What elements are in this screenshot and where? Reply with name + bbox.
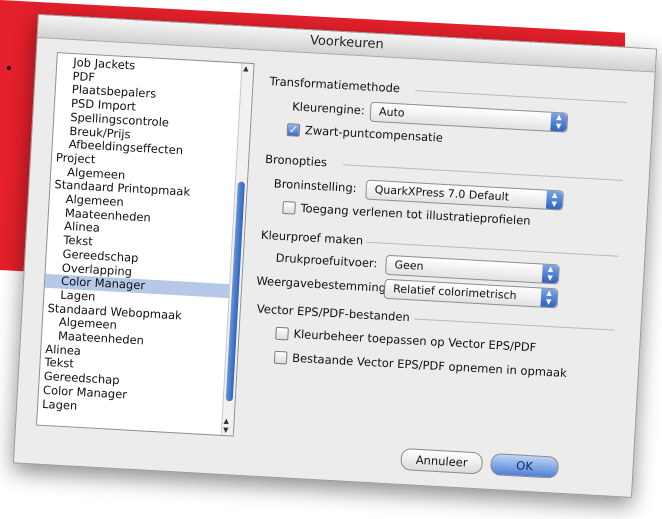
group-title-source: Bronopties [264, 151, 328, 170]
group-title-transform: Transformatiemethode [269, 74, 401, 96]
source-setting-label: Broninstelling: [273, 176, 357, 196]
rendering-popup[interactable]: Relatief colorimetrisch ▲ ▼ [383, 278, 559, 309]
vector-apply-label: Kleurbeheer toepassen op Vector EPS/PDF [293, 326, 537, 355]
group-title-proof: Kleurproef maken [260, 227, 364, 248]
scroll-down-icon[interactable]: ▼ [223, 426, 229, 434]
vector-apply-checkbox[interactable] [275, 326, 289, 341]
up-down-arrows-icon: ▲ ▼ [540, 288, 558, 308]
divider [343, 164, 623, 181]
vector-include-checkbox[interactable] [273, 350, 288, 365]
rendering-label: Weergavebestemming: [256, 273, 391, 296]
rendering-value: Relatief colorimetrisch [392, 282, 517, 303]
cancel-button[interactable]: Annuleer [400, 447, 484, 475]
blackpoint-label: Zwart-puntcompensatie [304, 123, 444, 145]
divider [366, 241, 619, 257]
engine-label: Kleurengine: [291, 99, 366, 118]
checkmark-icon: ✓ [288, 123, 299, 137]
proof-output-label: Drukproefuitvoer: [275, 250, 378, 271]
proof-output-value: Geen [394, 258, 424, 273]
divider [415, 90, 628, 104]
ok-button[interactable]: OK [489, 452, 560, 479]
divider [414, 318, 615, 331]
bullet-dot [7, 66, 11, 70]
access-profiles-checkbox[interactable] [282, 200, 296, 215]
blackpoint-checkbox[interactable]: ✓ [286, 123, 301, 137]
source-setting-value: QuarkXPress 7.0 Default [374, 183, 510, 204]
up-down-arrows-icon: ▲ ▼ [545, 190, 563, 210]
tree-list: Job Jackets PDF Plaatsbepalers PSD Import Sp… [38, 53, 254, 422]
scroll-up-icon[interactable]: ▲ [223, 417, 229, 425]
up-down-arrows-icon: ▲ ▼ [541, 264, 559, 284]
vector-include-label: Bestaande Vector EPS/PDF opnemen in opma… [291, 350, 568, 381]
group-title-vector: Vector EPS/PDF-bestanden [256, 301, 411, 325]
preferences-tree[interactable]: Job Jackets PDF Plaatsbepalers PSD Import Sp… [36, 52, 255, 437]
preferences-dialog: Voorkeuren Job Jackets PDF Plaatsbepalers P… [12, 14, 658, 498]
engine-value: Auto [378, 105, 405, 120]
scroll-up-icon[interactable]: ▲ [243, 65, 249, 73]
up-down-arrows-icon: ▲ ▼ [550, 112, 568, 132]
